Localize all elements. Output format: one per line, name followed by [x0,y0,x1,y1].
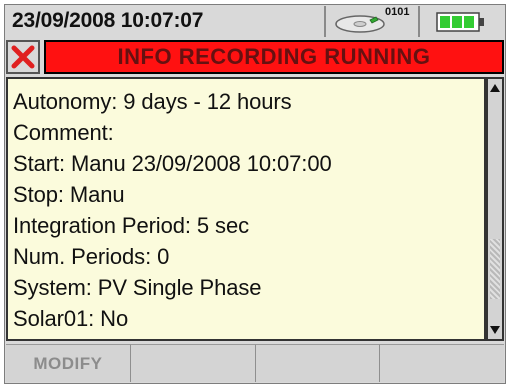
info-row-num-periods: Num. Periods: 0 [13,244,170,269]
info-row-system: System: PV Single Phase [13,275,262,300]
info-row-solar01: Solar01: No [13,306,129,331]
media-counter: 0101 [385,6,410,18]
info-row-autonomy: Autonomy: 9 days - 12 hours [13,89,292,114]
softkey-4[interactable] [380,344,504,382]
scrollbar-thumb[interactable] [490,239,500,299]
status-text: INFO RECORDING RUNNING [117,44,431,69]
scroll-down-button[interactable] [488,321,502,339]
recording-info-panel: Autonomy: 9 days - 12 hours Comment: Sta… [6,77,486,341]
memory-card-status: 0101 [328,6,420,37]
info-row-stop: Stop: Manu [13,182,125,207]
softkey-modify[interactable]: MODIFY [6,344,131,382]
datetime-text: 23/09/2008 10:07:07 [12,9,204,32]
scrollbar[interactable] [486,77,504,341]
close-icon [11,45,35,69]
info-row-integration-period: Integration Period: 5 sec [13,213,249,238]
softkey-3[interactable] [255,344,381,382]
info-row-start: Start: Manu 23/09/2008 10:07:00 [13,151,332,176]
softkey-bar: MODIFY [6,344,504,382]
stop-recording-button[interactable] [6,40,40,74]
scroll-up-button[interactable] [488,79,502,97]
datetime-display: 23/09/2008 10:07:07 [6,6,326,37]
battery-status [422,6,504,37]
triangle-up-icon [490,84,500,92]
info-row-comment: Comment: [13,120,114,145]
softkey-label: MODIFY [33,353,103,373]
softkey-2[interactable] [130,344,256,382]
status-banner: INFO RECORDING RUNNING [44,40,504,74]
memory-card-icon [335,15,385,33]
battery-icon [436,12,484,32]
triangle-down-icon [490,326,500,334]
